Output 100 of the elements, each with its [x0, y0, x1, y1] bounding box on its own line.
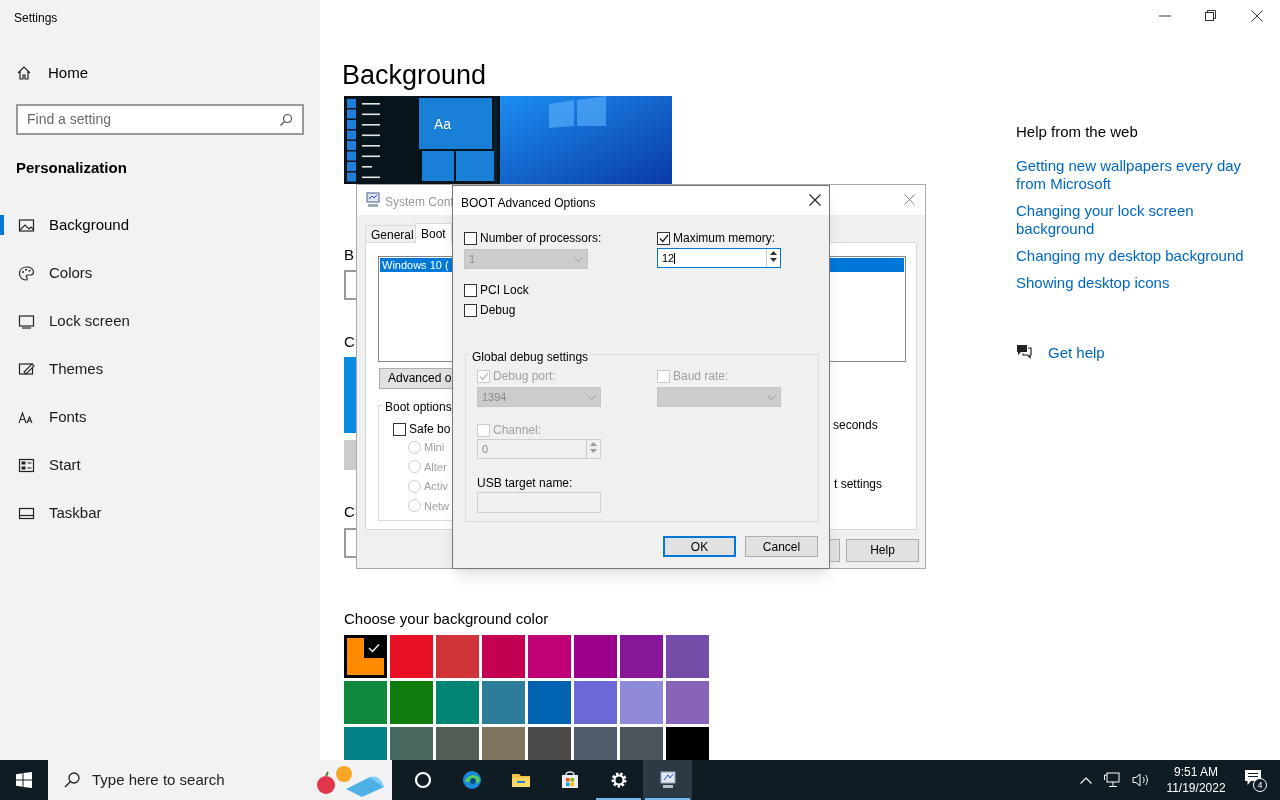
checkbox-label: Number of processors:	[480, 230, 602, 247]
caret-icon	[574, 256, 583, 262]
timeout-unit: seconds	[833, 417, 878, 434]
chevron-up-icon[interactable]	[1080, 776, 1092, 784]
color-swatch[interactable]	[574, 681, 617, 724]
shopping-bag-icon	[559, 770, 580, 790]
color-swatch[interactable]	[528, 635, 571, 678]
caret-icon	[587, 394, 596, 400]
checkbox[interactable]	[464, 231, 477, 245]
brush-icon	[18, 360, 35, 378]
check-icon	[368, 643, 380, 653]
spin-down-icon[interactable]	[770, 258, 777, 262]
restore-icon[interactable]	[1205, 10, 1216, 21]
nav-item[interactable]: Themes	[0, 349, 320, 389]
checkbox[interactable]	[464, 283, 477, 297]
radio-label: Netw	[424, 498, 450, 514]
window-title: System Conf	[385, 194, 454, 211]
checkbox-label: Baud rate:	[673, 368, 729, 385]
section-label: C	[344, 332, 355, 352]
nav-item[interactable]: Start	[0, 445, 320, 485]
taskbar-app[interactable]	[643, 760, 692, 800]
color-swatch[interactable]	[620, 727, 663, 760]
color-swatch[interactable]	[344, 635, 387, 678]
color-swatch[interactable]	[620, 635, 663, 678]
color-swatch[interactable]	[574, 727, 617, 760]
home-icon	[16, 65, 32, 81]
help-link[interactable]: Showing desktop icons	[1016, 274, 1246, 292]
color-swatch[interactable]	[574, 635, 617, 678]
field-label: USB target name:	[477, 475, 573, 492]
caret-icon	[767, 394, 776, 400]
close-icon[interactable]	[809, 194, 821, 206]
computer-icon	[365, 192, 381, 208]
radio-label: Mini	[424, 440, 445, 455]
checkbox[interactable]	[657, 231, 670, 245]
channel-field: 0	[477, 439, 601, 459]
page-title: Background	[342, 59, 487, 92]
speaker-icon[interactable]	[1132, 772, 1150, 788]
dialog-button[interactable]: OK	[663, 536, 736, 557]
color-swatch[interactable]	[390, 727, 433, 760]
color-swatch[interactable]	[436, 681, 479, 724]
computer-icon	[657, 770, 678, 790]
home-link[interactable]: Home	[16, 62, 88, 84]
section-heading: Choose your background color	[344, 609, 549, 629]
color-swatch[interactable]	[528, 681, 571, 724]
search-icon	[279, 112, 293, 127]
color-swatch[interactable]	[666, 635, 709, 678]
checkbox-label: Safe bo	[409, 421, 451, 438]
palette-icon	[18, 264, 35, 282]
dialog-button[interactable]: Cancel	[745, 536, 818, 557]
checkbox-label: Maximum memory:	[673, 230, 775, 247]
nav-item[interactable]: Colors	[0, 253, 320, 293]
color-swatch[interactable]	[390, 681, 433, 724]
picture-icon	[18, 216, 35, 234]
sample-text: Aa	[434, 115, 452, 134]
check-icon	[658, 233, 669, 243]
search-field[interactable]: Type here to search	[48, 760, 392, 800]
chat-help-icon	[1015, 343, 1033, 359]
help-link[interactable]: Getting new wallpapers every day from Microsoft	[1016, 157, 1246, 193]
browser-icon	[461, 770, 482, 790]
color-swatch[interactable]	[436, 635, 479, 678]
notification-count: 4	[1253, 778, 1267, 792]
windows-logo-icon	[16, 772, 32, 788]
clock[interactable]: 9:51 AM 11/19/2022	[1164, 764, 1228, 796]
nav-item[interactable]: Taskbar	[0, 493, 320, 533]
checkbox-label: PCI Lock	[480, 282, 529, 299]
letters-icon	[18, 408, 35, 426]
color-swatch[interactable]	[528, 727, 571, 760]
nav-item[interactable]: Fonts	[0, 397, 320, 437]
color-swatch[interactable]	[344, 681, 387, 724]
section-label: C	[344, 502, 355, 522]
color-swatch[interactable]	[620, 681, 663, 724]
open-indicator	[596, 798, 641, 800]
notification-button[interactable]: 4	[1244, 769, 1266, 791]
checkbox-label: t settings	[834, 476, 883, 493]
color-swatch[interactable]	[344, 727, 387, 760]
monitor-icon	[18, 312, 35, 330]
nav-item[interactable]: Lock screen	[0, 301, 320, 341]
radio-label: Alter	[424, 459, 447, 475]
color-swatch[interactable]	[482, 727, 525, 760]
search-field[interactable]: Find a setting	[16, 104, 304, 135]
color-swatch[interactable]	[666, 727, 709, 760]
color-swatch[interactable]	[390, 635, 433, 678]
help-link[interactable]: Changing my desktop background	[1016, 247, 1246, 265]
network-icon[interactable]	[1104, 772, 1120, 788]
tab[interactable]: Boot	[415, 223, 452, 243]
get-help-link[interactable]: Get help	[1048, 342, 1105, 365]
selection-indicator	[0, 215, 4, 235]
open-indicator	[645, 798, 690, 800]
help-button[interactable]: Help	[846, 539, 919, 562]
checkbox[interactable]	[464, 303, 477, 317]
color-swatch[interactable]	[482, 635, 525, 678]
section-label: B	[344, 245, 354, 265]
color-swatch[interactable]	[482, 681, 525, 724]
color-swatch[interactable]	[666, 681, 709, 724]
help-heading: Help from the web	[1016, 122, 1138, 142]
color-swatch[interactable]	[436, 727, 479, 760]
help-link[interactable]: Changing your lock screen background	[1016, 202, 1246, 238]
checkbox-label: Channel:	[493, 422, 542, 439]
memory-field[interactable]: 12	[657, 248, 781, 268]
close-icon[interactable]	[1251, 10, 1263, 22]
